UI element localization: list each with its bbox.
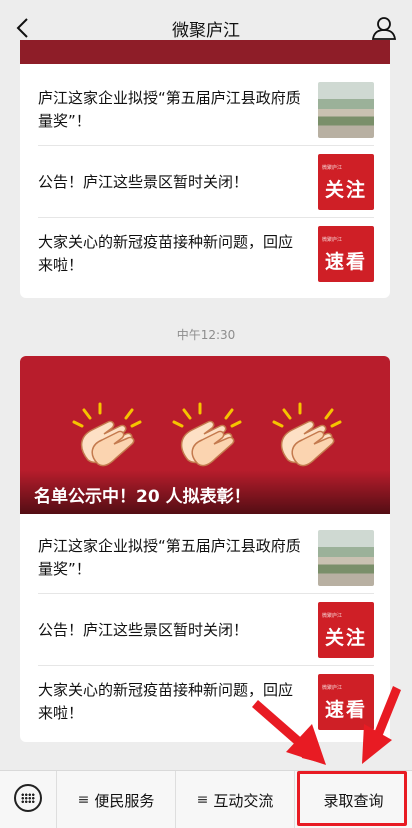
thumbnail-logo: 微聚庐江 [322, 237, 343, 243]
article-title: 庐江这家企业拟授“第五届庐江县政府质量奖”！ [38, 89, 301, 130]
thumbnail-logo: 微聚庐江 [322, 685, 343, 691]
article-card: 名单公示中！20 人拟表彰！ 庐江这家企业拟授“第五届庐江县政府质量奖”！ 公告… [20, 356, 390, 742]
tab-interaction[interactable]: ≡ 互动交流 [175, 771, 294, 828]
article-thumbnail [318, 530, 374, 586]
thumbnail-logo: 微聚庐江 [322, 165, 343, 171]
banner-headline: 名单公示中！20 人拟表彰！ [34, 487, 251, 507]
article-title: 大家关心的新冠疫苗接种新问题，回应来啦！ [38, 233, 294, 274]
menu-icon: ≡ [196, 792, 209, 808]
article-item[interactable]: 庐江这家企业拟授“第五届庐江县政府质量奖”！ [38, 74, 374, 146]
highlight-box [297, 771, 407, 826]
person-icon[interactable] [370, 14, 398, 42]
article-item[interactable]: 庐江这家企业拟授“第五届庐江县政府质量奖”！ [38, 522, 374, 594]
thumbnail-logo: 微聚庐江 [322, 613, 343, 619]
tab-label: 互动交流 [213, 791, 274, 810]
clapping-hands-icon [72, 402, 142, 467]
article-item[interactable]: 大家关心的新冠疫苗接种新问题，回应来啦！ 微聚庐江 速看 [38, 218, 374, 290]
article-title: 庐江这家企业拟授“第五届庐江县政府质量奖”！ [38, 537, 301, 578]
tab-label: 便民服务 [94, 791, 155, 810]
clapping-hands-icon [272, 402, 342, 467]
article-thumbnail: 微聚庐江 关注 [318, 154, 374, 210]
article-title: 大家关心的新冠疫苗接种新问题，回应来啦！ [38, 681, 294, 722]
thumbnail-label: 速看 [324, 251, 367, 273]
tab-convenience-services[interactable]: ≡ 便民服务 [56, 771, 175, 828]
page-title: 微聚庐江 [172, 21, 240, 41]
article-item[interactable]: 公告！庐江这些景区暂时关闭！ 微聚庐江 关注 [38, 594, 374, 666]
article-item[interactable]: 公告！庐江这些景区暂时关闭！ 微聚庐江 关注 [38, 146, 374, 218]
thumbnail-label: 速看 [324, 699, 367, 721]
cover-banner[interactable]: 名单公示中！20 人拟表彰！ [20, 356, 390, 514]
clapping-hands-icon [172, 402, 242, 467]
thumbnail-label: 关注 [324, 179, 367, 201]
article-card: 庐江这家企业拟授“第五届庐江县政府质量奖”！ 公告！庐江这些景区暂时关闭！ 微聚… [20, 40, 390, 298]
article-item[interactable]: 大家关心的新冠疫苗接种新问题，回应来啦！ 微聚庐江 速看 [38, 666, 374, 738]
keyboard-icon[interactable] [14, 784, 42, 812]
message-timestamp: 中午12:30 [176, 328, 236, 342]
banner-edge [20, 40, 390, 64]
article-title: 公告！庐江这些景区暂时关闭！ [38, 172, 249, 191]
article-thumbnail: 微聚庐江 速看 [318, 226, 374, 282]
article-thumbnail: 微聚庐江 关注 [318, 602, 374, 658]
article-thumbnail: 微聚庐江 速看 [318, 674, 374, 730]
menu-icon: ≡ [77, 792, 90, 808]
article-title: 公告！庐江这些景区暂时关闭！ [38, 620, 249, 639]
article-thumbnail [318, 82, 374, 138]
thumbnail-label: 关注 [324, 627, 367, 649]
